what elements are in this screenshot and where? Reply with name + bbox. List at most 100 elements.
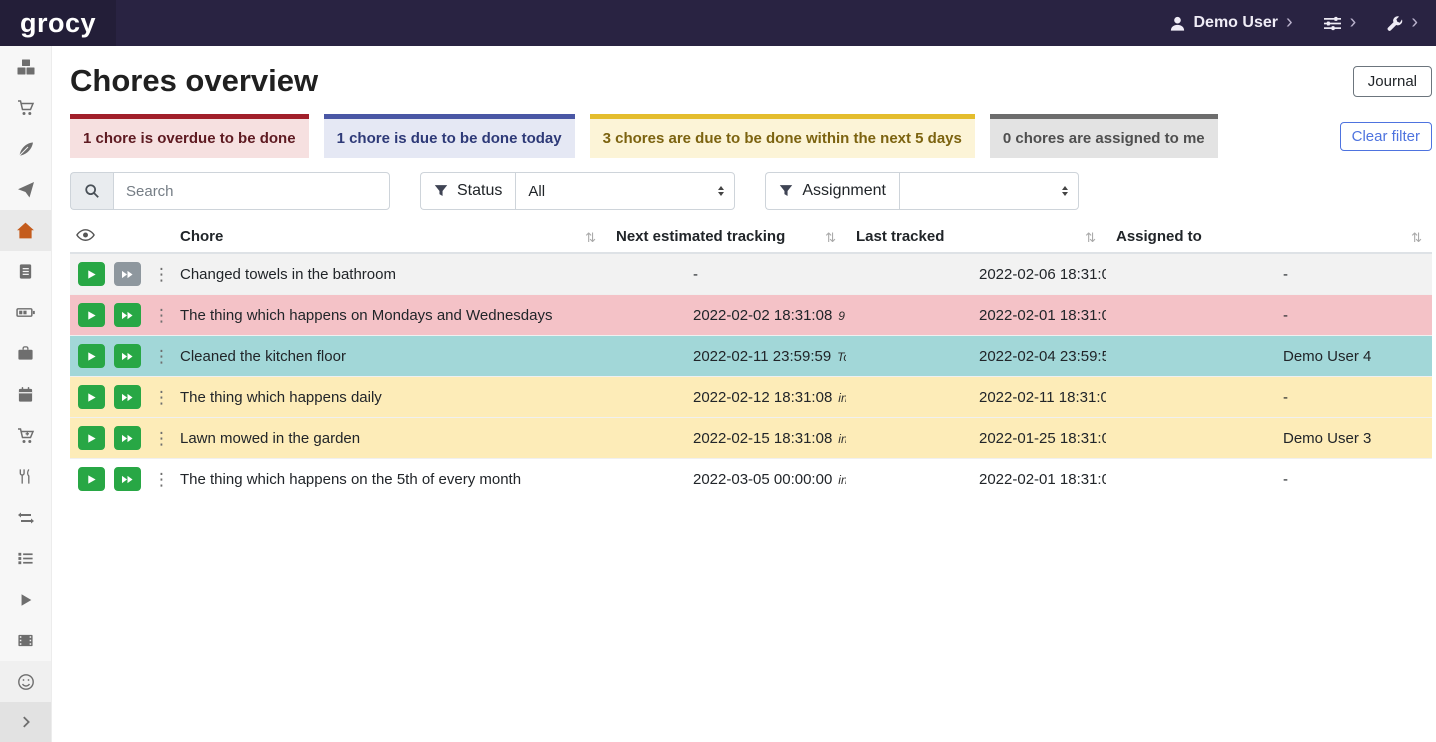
fast-forward-icon [121, 310, 134, 321]
row-menu-button[interactable]: ⋮ [150, 307, 170, 324]
briefcase-icon [17, 345, 34, 362]
column-header-next-tracking[interactable]: Next estimated tracking ⇅ [606, 222, 846, 253]
filter-card-due-today[interactable]: 1 chore is due to be done today [324, 114, 575, 158]
row-menu-button[interactable]: ⋮ [150, 471, 170, 488]
chore-name: Lawn mowed in the garden [180, 430, 360, 447]
select-arrows-icon [1062, 186, 1068, 196]
column-header-last-tracked[interactable]: Last tracked ⇅ [846, 222, 1106, 253]
row-menu-button[interactable]: ⋮ [150, 389, 170, 406]
navbar-menus: Demo User › › › [1169, 14, 1419, 32]
settings-menu[interactable]: › [1386, 15, 1418, 32]
next-tracking-relative: Today [837, 350, 846, 364]
funnel-icon [779, 184, 793, 198]
next-tracking-value: 2022-02-02 18:31:08 [693, 307, 832, 324]
filter-card-overdue[interactable]: 1 chore is overdue to be done [70, 114, 309, 158]
skip-chore-button[interactable] [114, 426, 141, 450]
status-selected-value: All [528, 183, 545, 200]
filter-card-due-soon[interactable]: 3 chores are due to be done within the n… [590, 114, 975, 158]
chore-row: ⋮ Changed towels in the bathroom - 2022-… [70, 253, 1432, 295]
sidebar-item-play[interactable] [0, 579, 51, 620]
chevron-right-icon: › [1350, 12, 1357, 32]
play-icon [86, 392, 97, 403]
row-menu-button[interactable]: ⋮ [150, 348, 170, 365]
play-icon [18, 592, 34, 608]
sidebar-item-list[interactable] [0, 538, 51, 579]
track-chore-button[interactable] [78, 467, 105, 491]
column-header-assigned-to[interactable]: Assigned to ⇅ [1106, 222, 1432, 253]
row-menu-button[interactable]: ⋮ [150, 266, 170, 283]
skip-chore-button[interactable] [114, 303, 141, 327]
sidebar-expand-toggle[interactable] [0, 702, 51, 742]
skip-chore-button[interactable] [114, 344, 141, 368]
chore-name: Changed towels in the bathroom [180, 266, 396, 283]
row-menu-button[interactable]: ⋮ [150, 430, 170, 447]
sidebar-item-paper-plane[interactable] [0, 169, 51, 210]
boxes-icon [17, 58, 35, 76]
sidebar-item-house[interactable] [0, 210, 51, 251]
sidebar-item-exchange[interactable] [0, 497, 51, 538]
assignment-filter-select[interactable] [899, 172, 1079, 210]
search-icon [84, 183, 100, 199]
main-content: Chores overview Journal 1 chore is overd… [52, 0, 1436, 499]
clear-filter-button[interactable]: Clear filter [1340, 122, 1432, 151]
fast-forward-icon [121, 269, 134, 280]
user-menu[interactable]: Demo User › [1169, 14, 1293, 32]
track-chore-button[interactable] [78, 426, 105, 450]
track-chore-button[interactable] [78, 385, 105, 409]
play-icon [86, 351, 97, 362]
sidebar-item-boxes[interactable] [0, 46, 51, 87]
search-input[interactable] [113, 172, 390, 210]
status-filter-select[interactable]: All [515, 172, 735, 210]
manage-menu[interactable]: › [1323, 15, 1357, 32]
chore-row: ⋮ The thing which happens daily 2022-02-… [70, 377, 1432, 418]
filter-card-text: 0 chores are assigned to me [1003, 130, 1205, 147]
table-header-row: Chore ⇅ Next estimated tracking ⇅ Last t… [70, 222, 1432, 253]
filter-card-assigned-me[interactable]: 0 chores are assigned to me [990, 114, 1218, 158]
column-header-chore[interactable]: Chore ⇅ [170, 222, 606, 253]
chore-row: ⋮ The thing which happens on the 5th of … [70, 459, 1432, 500]
chore-row: ⋮ The thing which happens on Mondays and… [70, 295, 1432, 336]
chore-name: Cleaned the kitchen floor [180, 348, 346, 365]
sidebar-item-cart-plus[interactable] [0, 415, 51, 456]
sidebar-item-battery[interactable] [0, 292, 51, 333]
app-logo[interactable]: grocy [0, 0, 116, 46]
skip-chore-button[interactable] [114, 262, 141, 286]
cart-plus-icon [17, 427, 35, 445]
assigned-to-value: Demo User 3 [1283, 430, 1371, 447]
filter-card-text: 3 chores are due to be done within the n… [603, 130, 962, 147]
track-chore-button[interactable] [78, 344, 105, 368]
calendar-icon [17, 386, 34, 403]
track-chore-button[interactable] [78, 262, 105, 286]
chevron-right-icon: › [1286, 12, 1293, 32]
next-tracking-value: - [693, 266, 698, 283]
track-chore-button[interactable] [78, 303, 105, 327]
assigned-to-value: - [1283, 266, 1288, 283]
fast-forward-icon [121, 433, 134, 444]
next-tracking-relative: 9 days ago [838, 309, 846, 323]
sidebar-item-utensils[interactable] [0, 456, 51, 497]
skip-chore-button[interactable] [114, 467, 141, 491]
journal-button[interactable]: Journal [1353, 66, 1432, 97]
top-navbar: grocy Demo User › › › [0, 0, 1436, 46]
last-tracked-value: 2022-02-04 23:59:59 [979, 348, 1106, 365]
user-menu-label: Demo User [1194, 14, 1278, 32]
fast-forward-icon [121, 392, 134, 403]
exchange-arrows-icon [17, 509, 35, 527]
chore-row: ⋮ Lawn mowed in the garden 2022-02-15 18… [70, 418, 1432, 459]
sidebar-item-shopping-cart[interactable] [0, 87, 51, 128]
sort-icon: ⇅ [825, 230, 836, 246]
sidebar-item-film[interactable] [0, 620, 51, 661]
utensils-icon [17, 468, 34, 485]
sidebar-item-feather[interactable] [0, 128, 51, 169]
sidebar-item-smiley[interactable] [0, 661, 51, 702]
filter-card-text: 1 chore is due to be done today [337, 130, 562, 147]
sidebar-item-calendar[interactable] [0, 374, 51, 415]
sidebar [0, 46, 52, 742]
skip-chore-button[interactable] [114, 385, 141, 409]
sidebar-item-clipboard-list[interactable] [0, 251, 51, 292]
summary-cards-row: 1 chore is overdue to be done 1 chore is… [70, 114, 1432, 158]
sidebar-item-briefcase[interactable] [0, 333, 51, 374]
next-tracking-relative: in 4 days [838, 432, 846, 446]
column-visibility-header[interactable] [70, 222, 170, 253]
next-tracking-relative: in a day [838, 391, 846, 405]
